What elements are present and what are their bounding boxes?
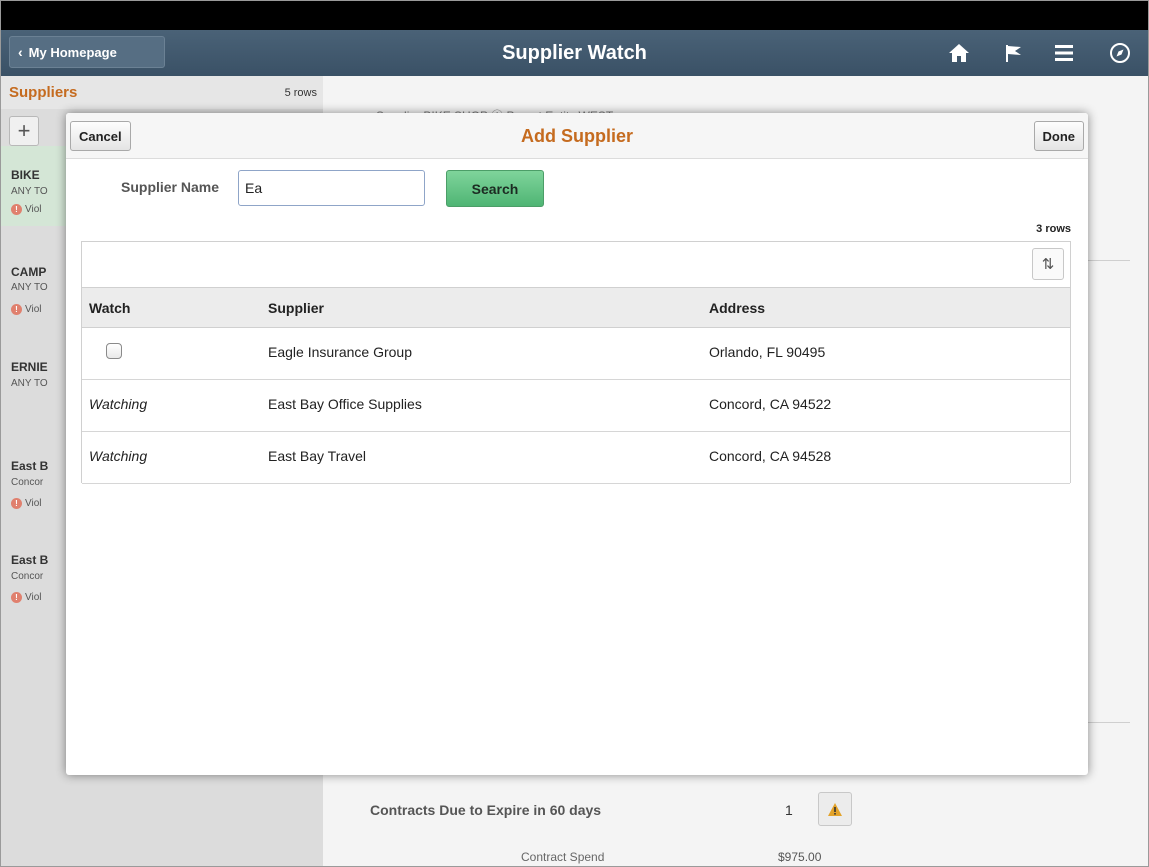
supplier-list-rowcount: 5 rows [284, 87, 317, 99]
add-supplier-dialog: Cancel Add Supplier Done Supplier Name S… [66, 113, 1088, 775]
column-header-watch: Watch [89, 300, 131, 316]
chevron-left-icon: ‹ [18, 44, 23, 60]
sort-button[interactable]: ⇅ [1032, 248, 1064, 280]
warning-icon [828, 802, 842, 816]
dialog-header: Cancel Add Supplier Done [66, 113, 1088, 159]
contracts-expire-label: Contracts Due to Expire in 60 days [370, 802, 602, 818]
device-status-bar [1, 1, 1148, 30]
menu-icon[interactable] [1050, 39, 1078, 67]
watch-status-cell: Watching [89, 448, 148, 464]
grid-toolbar: ⇅ [82, 242, 1070, 288]
table-row[interactable]: Watching East Bay Travel Concord, CA 945… [82, 432, 1070, 484]
compass-icon[interactable] [1106, 39, 1134, 67]
supplier-name-label: Supplier Name [121, 179, 220, 195]
contracts-expire-count: 1 [785, 802, 793, 818]
plus-icon: + [17, 118, 31, 143]
add-supplier-button[interactable]: + [9, 116, 39, 146]
alert-icon: ! [11, 498, 22, 509]
home-icon[interactable] [945, 39, 973, 67]
page-title: Supplier Watch [502, 42, 647, 64]
supplier-list-header: Suppliers 5 rows [1, 76, 323, 109]
supplier-cell: Eagle Insurance Group [268, 344, 412, 360]
address-cell: Concord, CA 94528 [709, 448, 832, 464]
supplier-name-input[interactable] [238, 170, 425, 206]
dialog-title: Add Supplier [521, 126, 633, 146]
alert-icon: ! [11, 304, 22, 315]
flag-icon[interactable] [1000, 39, 1028, 67]
table-row[interactable]: Eagle Insurance Group Orlando, FL 90495 [82, 328, 1070, 380]
watch-checkbox[interactable] [106, 343, 122, 359]
my-homepage-button[interactable]: ‹ My Homepage [9, 36, 165, 68]
address-cell: Orlando, FL 90495 [709, 344, 826, 360]
address-cell: Concord, CA 94522 [709, 396, 832, 412]
grid-header-row: Watch Supplier Address [82, 288, 1070, 328]
column-header-supplier: Supplier [268, 300, 325, 316]
supplier-cell: East Bay Travel [268, 448, 367, 464]
top-navbar: ‹ My Homepage Supplier Watch [1, 30, 1148, 76]
contract-spend-label: Contract Spend [521, 850, 605, 864]
watch-status-cell: Watching [89, 396, 148, 412]
supplier-cell: East Bay Office Supplies [268, 396, 422, 412]
app-frame: ‹ My Homepage Supplier Watch Suppliers 5… [0, 0, 1149, 867]
alert-icon: ! [11, 592, 22, 603]
alert-icon: ! [11, 204, 22, 215]
supplier-list-title: Suppliers [9, 84, 78, 101]
contracts-warning-button[interactable] [818, 792, 852, 826]
sort-icon: ⇅ [1041, 256, 1055, 273]
column-header-address: Address [709, 300, 766, 316]
results-rowcount: 3 rows [1036, 223, 1071, 235]
contract-spend-value: $975.00 [778, 850, 822, 864]
done-button[interactable]: Done [1033, 121, 1084, 151]
my-homepage-label: My Homepage [28, 44, 117, 60]
table-row[interactable]: Watching East Bay Office Supplies Concor… [82, 380, 1070, 432]
results-grid: ⇅ Watch Supplier Address Eagle Insurance… [81, 241, 1071, 484]
search-button[interactable]: Search [446, 170, 544, 207]
